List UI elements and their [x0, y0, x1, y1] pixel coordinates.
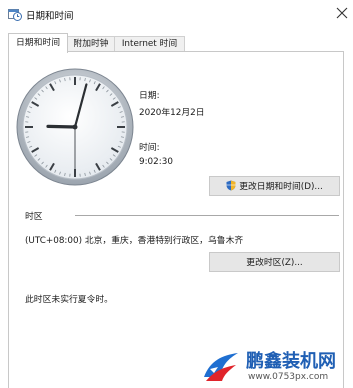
close-icon[interactable] — [336, 7, 348, 19]
date-value: 2020年12月2日 — [139, 105, 205, 118]
title-bar: 日期和时间 — [0, 0, 353, 28]
hour-hand — [48, 126, 75, 127]
tab-additional-clocks[interactable]: 附加时钟 — [67, 36, 115, 52]
watermark-logo-icon — [200, 347, 242, 385]
timezone-value: (UTC+08:00) 北京，重庆，香港特别行政区，乌鲁木齐 — [25, 233, 243, 246]
change-date-time-label: 更改日期和时间(D)... — [239, 182, 323, 192]
timezone-divider — [75, 215, 339, 216]
time-value: 9:02:30 — [139, 157, 173, 167]
time-label: 时间: — [139, 140, 160, 153]
timezone-heading: 时区 — [25, 209, 43, 222]
date-label: 日期: — [139, 88, 160, 101]
tab-date-time[interactable]: 日期和时间 — [8, 33, 68, 53]
clock-center — [73, 125, 78, 130]
shield-icon — [226, 180, 236, 191]
watermark-title: 鹏鑫装机网 — [246, 347, 336, 373]
analog-clock — [15, 67, 135, 187]
calendar-clock-icon — [8, 8, 22, 21]
watermark: 鹏鑫装机网 www.0753px.com — [200, 345, 353, 387]
tab-strip: 日期和时间 附加时钟 Internet 时间 — [0, 33, 353, 52]
tab-internet-time[interactable]: Internet 时间 — [114, 36, 185, 52]
change-timezone-button[interactable]: 更改时区(Z)... — [209, 252, 340, 272]
window-title: 日期和时间 — [26, 8, 74, 22]
change-date-time-button[interactable]: 更改日期和时间(D)... — [209, 176, 340, 196]
dst-note: 此时区未实行夏令时。 — [25, 292, 113, 305]
watermark-url: www.0753px.com — [248, 372, 328, 382]
